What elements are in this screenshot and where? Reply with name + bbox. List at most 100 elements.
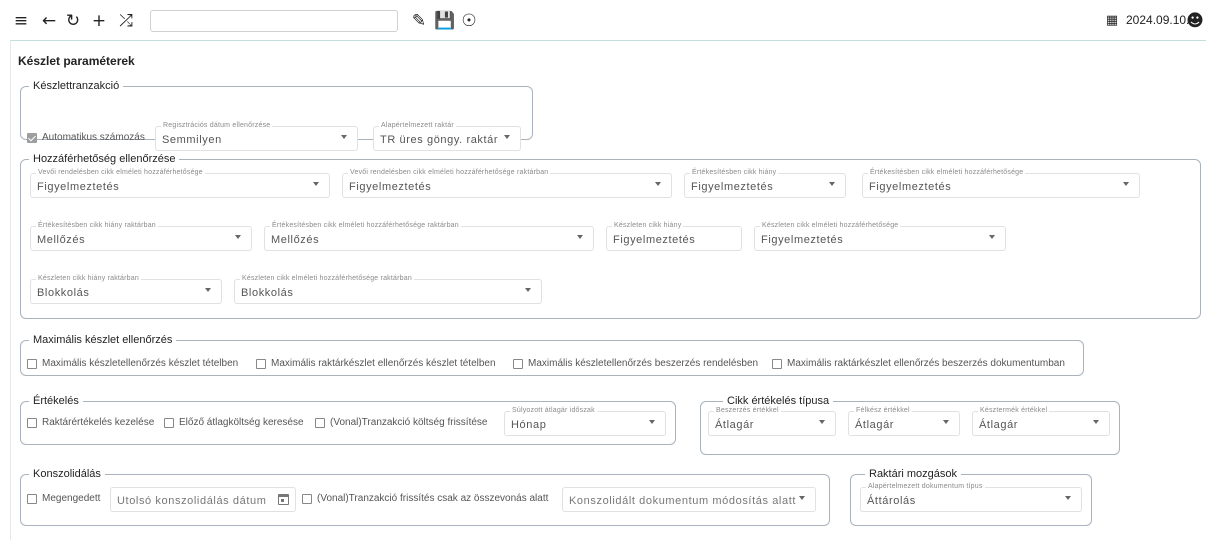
pencil-icon[interactable]: ✎	[410, 11, 428, 31]
keszlettranzakcio-legend: Készlettranzakció	[29, 79, 124, 93]
availability-label-9: Készleten cikk hiány raktárban	[36, 274, 141, 284]
availability-value-9: Blokkolás	[37, 287, 90, 299]
chevron-down-icon	[829, 182, 835, 186]
availability-label-3: Értékesítésben cikk hiány	[690, 168, 779, 178]
availability-label-8: Készleten cikk elméleti hozzáférhetősége	[760, 221, 901, 231]
availability-value-5: Mellőzés	[37, 234, 86, 246]
chevron-down-icon	[504, 135, 510, 139]
availability-select-10[interactable]: Készleten cikk elméleti hozzáférhetősége…	[234, 274, 542, 304]
checkbox-icon[interactable]	[27, 359, 37, 369]
semi-finished-valuation-label: Félkész értékkel	[854, 406, 912, 416]
refresh-icon[interactable]: ↻	[64, 11, 82, 31]
chevron-down-icon	[649, 420, 655, 424]
availability-value-1: Figyelmeztetés	[37, 181, 120, 193]
consolidated-doc-modify-select[interactable]: Konszolidált dokumentum módosítás alatt	[562, 487, 816, 512]
availability-select-8[interactable]: Készleten cikk elméleti hozzáférhetősége…	[754, 221, 1006, 251]
weighted-period-label: Súlyozott átlagár időszak	[510, 406, 597, 416]
auto-numbering-label: Automatikus számozás	[42, 132, 145, 143]
availability-select-5[interactable]: Értékesítésben cikk hiány raktárban Mell…	[30, 221, 252, 251]
chevron-down-icon	[943, 420, 949, 424]
save-icon[interactable]: 💾	[434, 11, 455, 31]
availability-select-2[interactable]: Vevői rendelésben cikk elméleti hozzáfér…	[342, 168, 672, 198]
last-consolidation-date-input[interactable]: Utolsó konszolidálás dátum	[110, 487, 296, 512]
reg-date-check-select[interactable]: Regisztrációs dátum ellenőrzése Semmilye…	[155, 121, 358, 151]
toolbar-date[interactable]: 2024.09.10.	[1126, 12, 1189, 28]
availability-label-1: Vevői rendelésben cikk elméleti hozzáfér…	[36, 168, 205, 178]
menu-icon[interactable]: ≡	[12, 11, 30, 31]
user-circle-icon[interactable]: ☉	[460, 11, 478, 31]
back-arrow-icon[interactable]: ←	[40, 11, 58, 31]
semi-finished-valuation-value: Átlagár	[855, 419, 895, 431]
weighted-period-select[interactable]: Súlyozott átlagár időszak Hónap	[504, 406, 666, 436]
calendar-icon[interactable]	[278, 494, 289, 505]
checkbox-checked-icon[interactable]	[27, 133, 37, 143]
finished-valuation-select[interactable]: Késztermék értékkel Átlagár	[972, 406, 1110, 436]
availability-select-3[interactable]: Értékesítésben cikk hiány Figyelmeztetés	[684, 168, 846, 198]
chevron-down-icon	[1123, 182, 1129, 186]
reg-date-check-value: Semmilyen	[162, 134, 222, 146]
availability-select-7[interactable]: Készleten cikk hiány Figyelmeztetés	[606, 221, 742, 251]
checkbox-icon[interactable]	[27, 494, 37, 504]
last-consolidation-date-placeholder: Utolsó konszolidálás dátum	[117, 495, 267, 507]
chevron-down-icon	[577, 235, 583, 239]
top-toolbar: ≡ ← ↻ + ⤮ ✎ 💾 ☉ ▦ 2024.09.10. ☻	[0, 0, 1206, 40]
availability-value-6: Mellőzés	[271, 234, 320, 246]
finished-valuation-label: Késztermék értékkel	[978, 406, 1050, 416]
valuation-check-label-2: Előző átlagköltség keresése	[179, 417, 304, 428]
default-doc-type-select[interactable]: Alapértelmezett dokumentum típus Áttárol…	[860, 482, 1082, 512]
availability-label-4: Értékesítésben cikk elméleti hozzáférhet…	[868, 168, 1026, 178]
max-check-label-2: Maximális raktárkészlet ellenőrzés készl…	[271, 358, 496, 369]
availability-label-2: Vevői rendelésben cikk elméleti hozzáfér…	[348, 168, 551, 178]
checkbox-icon[interactable]	[27, 418, 37, 428]
availability-value-3: Figyelmeztetés	[691, 181, 774, 193]
availability-select-9[interactable]: Készleten cikk hiány raktárban Blokkolás	[30, 274, 222, 304]
chevron-down-icon	[313, 182, 319, 186]
availability-select-1[interactable]: Vevői rendelésben cikk elméleti hozzáfér…	[30, 168, 330, 198]
chevron-down-icon	[341, 135, 347, 139]
reg-date-check-label: Regisztrációs dátum ellenőrzése	[161, 121, 273, 131]
page-title: Készlet paraméterek	[18, 54, 135, 68]
checkbox-icon[interactable]	[256, 359, 266, 369]
ertekeles-legend: Értékelés	[29, 394, 83, 408]
valuation-check-label-1: Raktárértékelés kezelése	[42, 417, 155, 428]
weighted-period-value: Hónap	[511, 419, 547, 431]
availability-select-4[interactable]: Értékesítésben cikk elméleti hozzáférhet…	[862, 168, 1140, 198]
chevron-down-icon	[655, 182, 661, 186]
chevron-down-icon	[799, 496, 805, 500]
availability-label-5: Értékesítésben cikk hiány raktárban	[36, 221, 158, 231]
checkbox-icon[interactable]	[302, 494, 312, 504]
consolidated-doc-modify-placeholder: Konszolidált dokumentum módosítás alatt	[569, 495, 797, 507]
default-doc-type-label: Alapértelmezett dokumentum típus	[866, 482, 985, 492]
chevron-down-icon	[235, 235, 241, 239]
availability-select-6[interactable]: Értékesítésben cikk elméleti hozzáférhet…	[264, 221, 594, 251]
purchase-valuation-label: Beszerzés értékkel	[714, 406, 781, 416]
chevron-down-icon	[1065, 496, 1071, 500]
chevron-down-icon	[205, 288, 211, 292]
max-keszlet-legend: Maximális készlet ellenőrzés	[29, 333, 177, 347]
default-warehouse-select[interactable]: Alapértelmezett raktár TR üres göngy. ra…	[373, 121, 521, 151]
checkbox-icon[interactable]	[315, 418, 325, 428]
checkbox-icon[interactable]	[164, 418, 174, 428]
checkbox-icon[interactable]	[513, 359, 523, 369]
chevron-down-icon	[989, 235, 995, 239]
consolidation-allowed-label: Megengedett	[42, 493, 101, 504]
availability-value-7: Figyelmeztetés	[613, 234, 696, 246]
hozzaferhetoseg-legend: Hozzáférhetőség ellenőrzése	[29, 152, 180, 166]
checkbox-icon[interactable]	[772, 359, 782, 369]
chevron-down-icon	[525, 288, 531, 292]
availability-label-6: Értékesítésben cikk elméleti hozzáférhet…	[270, 221, 461, 231]
calendar-icon[interactable]: ▦	[1104, 11, 1120, 31]
account-icon[interactable]: ☻	[1186, 11, 1204, 31]
shuffle-icon[interactable]: ⤮	[116, 11, 136, 31]
konszolidalas-legend: Konszolidálás	[29, 467, 105, 481]
max-check-label-4: Maximális raktárkészlet ellenőrzés besze…	[787, 358, 1065, 369]
availability-value-8: Figyelmeztetés	[761, 234, 844, 246]
consolidation-refresh-label: (Vonal)Tranzakció frissítés csak az össz…	[317, 493, 549, 504]
purchase-valuation-select[interactable]: Beszerzés értékkel Átlagár	[708, 406, 836, 436]
semi-finished-valuation-select[interactable]: Félkész értékkel Átlagár	[848, 406, 960, 436]
availability-label-7: Készleten cikk hiány	[612, 221, 684, 231]
chevron-down-icon	[1093, 420, 1099, 424]
plus-icon[interactable]: +	[90, 11, 108, 31]
toolbar-search-input[interactable]	[150, 10, 398, 32]
default-doc-type-value: Áttárolás	[867, 495, 916, 507]
